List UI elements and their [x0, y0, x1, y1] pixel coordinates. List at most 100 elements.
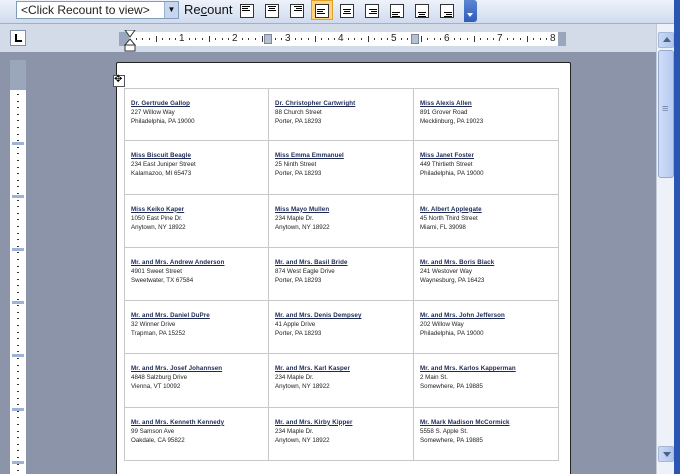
ruler-number: 6 — [444, 33, 450, 44]
row-marker[interactable] — [12, 248, 24, 251]
label-name: Miss Keiko Kaper — [131, 205, 185, 213]
ruler-number: 1 — [179, 33, 185, 44]
label-street: 241 Westover Way — [420, 267, 472, 275]
view-merged-record-dropdown[interactable]: <Click Recount to view> ▼ — [16, 1, 179, 19]
scroll-thumb[interactable] — [658, 50, 674, 178]
label-street: 41 Apple Drive — [275, 321, 316, 329]
label-city: Anytown, NY 18922 — [275, 223, 330, 231]
address-label[interactable]: Mr. and Mrs. Karl Kasper 234 Maple Dr. Any… — [269, 354, 414, 407]
tab-stop-selector[interactable] — [10, 30, 26, 46]
label-name: Mr. and Mrs. Karlos Kapperman — [420, 365, 516, 373]
address-label[interactable]: Miss Mayo Mullen 234 Maple Dr. Anytown, NY… — [269, 194, 414, 247]
label-street: 25 Ninth Street — [275, 161, 317, 169]
address-label[interactable]: Dr. Gertrude Gallop 227 Willow Way Philade… — [124, 89, 269, 141]
address-label[interactable]: Mr. and Mrs. Daniel DuPre 32 Winner Drive… — [124, 301, 269, 354]
align-center-right-icon[interactable] — [361, 0, 383, 20]
address-label[interactable]: Mr. and Mrs. Josef Johannsen 4848 Salzbur… — [124, 354, 269, 407]
address-label[interactable]: Miss Biscuit Beagle 234 East Juniper Stre… — [124, 141, 269, 194]
table-row: Dr. Gertrude Gallop 227 Willow Way Philade… — [124, 88, 559, 142]
label-city: Porter, PA 18293 — [275, 330, 322, 338]
label-name: Mr. and Mrs. Andrew Anderson — [131, 258, 225, 266]
label-name: Mr. and Mrs. Basil Bride — [275, 258, 348, 266]
label-name: Mr. and Mrs. Kenneth Kennedy — [131, 418, 225, 426]
address-label[interactable]: Miss Janet Foster 449 Thirtieth Street Phi… — [414, 141, 559, 194]
label-street: 88 Church Street — [275, 109, 322, 116]
address-label[interactable]: Mr. and Mrs. Basil Bride 874 West Eagle D… — [269, 247, 414, 301]
label-city: Oakdale, CA 95822 — [131, 436, 185, 444]
label-street: 2 Main St. — [420, 374, 448, 382]
label-name: Miss Janet Foster — [420, 152, 474, 160]
address-label[interactable]: Miss Alexis Allen 891 Grover Road Mecklinb… — [414, 89, 559, 141]
label-name: Mr. Albert Applegate — [420, 205, 482, 213]
address-label[interactable]: Mr. and Mrs. Boris Black 241 Westover Way… — [414, 247, 559, 301]
table-row: Mr. and Mrs. Daniel DuPre 32 Winner Drive… — [124, 301, 559, 355]
row-marker[interactable] — [12, 142, 24, 145]
address-label[interactable]: Mr. and Mrs. Karlos Kapperman 2 Main St. S… — [414, 354, 559, 407]
align-top-center-icon[interactable] — [261, 0, 283, 20]
vertical-ruler[interactable] — [10, 60, 26, 474]
label-city: Waynesburg, PA 16423 — [420, 276, 485, 284]
align-center-left-icon[interactable] — [311, 0, 333, 20]
address-label[interactable]: Mr. and Mrs. Kirby Kipper 234 Maple Dr. An… — [269, 407, 414, 461]
label-street: 874 West Eagle Drive — [275, 267, 335, 275]
window-frame-edge — [674, 0, 680, 474]
label-name: Mr. and Mrs. Boris Black — [420, 258, 495, 266]
label-name: Miss Biscuit Beagle — [131, 152, 192, 160]
address-label[interactable]: Mr. and Mrs. Denis Dempsey 41 Apple Drive… — [269, 301, 414, 354]
align-top-right-icon[interactable] — [286, 0, 308, 20]
align-top-left-icon[interactable] — [236, 0, 258, 20]
label-street: 4901 Sweet Street — [131, 267, 182, 275]
toolbar-options-button[interactable] — [464, 0, 477, 22]
label-street: 1050 East Pine Dr. — [131, 214, 183, 222]
label-name: Miss Mayo Mullen — [275, 205, 330, 213]
row-marker[interactable] — [12, 461, 24, 464]
row-marker[interactable] — [12, 354, 24, 357]
chevron-down-icon[interactable]: ▼ — [164, 2, 178, 18]
row-marker[interactable] — [12, 301, 24, 304]
label-street: 202 Willow Way — [420, 321, 464, 329]
address-label[interactable]: Miss Emma Emmanuel 25 Ninth Street Porter,… — [269, 141, 414, 194]
horizontal-ruler[interactable]: 1 2 3 4 5 6 7 8 — [119, 32, 566, 46]
label-city: Anytown, NY 18922 — [131, 223, 186, 231]
indent-marker-icon[interactable] — [124, 30, 136, 52]
table-move-handle-icon[interactable] — [113, 74, 125, 87]
table-row: Mr. and Mrs. Kenneth Kennedy 99 Samson Av… — [124, 407, 559, 462]
label-city: Anytown, NY 18922 — [275, 436, 330, 444]
label-city: Porter, PA 18293 — [275, 276, 322, 284]
vertical-scrollbar[interactable] — [656, 24, 674, 474]
table-row: Mr. and Mrs. Josef Johannsen 4848 Salzbur… — [124, 354, 559, 408]
column-marker-icon[interactable] — [264, 34, 272, 44]
label-name: Miss Emma Emmanuel — [275, 152, 344, 160]
row-marker[interactable] — [12, 408, 24, 411]
label-street: 99 Samson Ave — [131, 427, 175, 435]
column-marker-icon[interactable] — [411, 34, 419, 44]
label-name: Miss Alexis Allen — [420, 100, 472, 107]
scroll-down-icon[interactable] — [658, 446, 674, 462]
align-center-icon[interactable] — [336, 0, 358, 20]
label-street: 227 Willow Way — [131, 109, 175, 116]
address-label[interactable]: Mr. Albert Applegate 45 North Third Stree… — [414, 194, 559, 247]
address-label[interactable]: Mr. and Mrs. Andrew Anderson 4901 Sweet S… — [124, 247, 269, 301]
recount-button[interactable]: Recount — [184, 2, 232, 18]
ruler-number: 7 — [497, 33, 503, 44]
ruler-number: 5 — [391, 33, 397, 44]
horizontal-ruler-bar: 1 2 3 4 5 6 7 8 — [0, 24, 656, 52]
address-label[interactable]: Miss Keiko Kaper 1050 East Pine Dr. Anytow… — [124, 194, 269, 247]
align-bottom-right-icon[interactable] — [436, 0, 458, 20]
label-street: 32 Winner Drive — [131, 321, 176, 329]
label-city: Vienna, VT 10092 — [131, 383, 181, 391]
address-label[interactable]: Mr. Mark Madison McCormick 5558 S. Apple … — [414, 407, 559, 461]
address-label[interactable]: Dr. Christopher Cartwright 88 Church Stre… — [269, 89, 414, 141]
scroll-up-icon[interactable] — [658, 32, 674, 48]
label-city: Somewhere, PA 19885 — [420, 383, 483, 391]
row-marker[interactable] — [12, 195, 24, 198]
label-city: Trapman, PA 15252 — [131, 330, 186, 338]
labels-table: Dr. Gertrude Gallop 227 Willow Way Philade… — [124, 88, 559, 462]
address-label[interactable]: Mr. and Mrs. John Jefferson 202 Willow Wa… — [414, 301, 559, 354]
label-name: Mr. and Mrs. Daniel DuPre — [131, 312, 210, 320]
address-label[interactable]: Mr. and Mrs. Kenneth Kennedy 99 Samson Av… — [124, 407, 269, 461]
label-street: 234 Maple Dr. — [275, 374, 314, 382]
align-bottom-left-icon[interactable] — [386, 0, 408, 20]
align-bottom-center-icon[interactable] — [411, 0, 433, 20]
label-city: Somewhere, PA 19885 — [420, 436, 483, 444]
